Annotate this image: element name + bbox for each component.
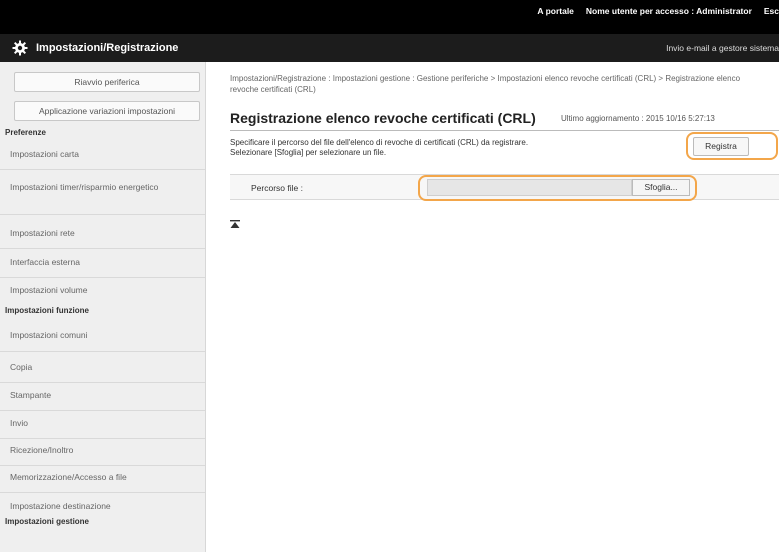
divider — [0, 382, 205, 383]
divider — [0, 169, 205, 170]
register-button-highlight — [686, 132, 778, 160]
last-update-timestamp: Ultimo aggiornamento : 2015 10/16 5:27:1… — [561, 114, 715, 123]
instructions: Specificare il percorso del file dell'el… — [230, 138, 610, 157]
sidebar-item-external-interface[interactable]: Interfaccia esterna — [10, 256, 200, 269]
file-path-label: Percorso file : — [251, 183, 303, 193]
sidebar-item-copy[interactable]: Copia — [10, 361, 200, 374]
top-bar: A portale Nome utente per accesso : Admi… — [0, 0, 779, 34]
sidebar-item-receive-forward[interactable]: Ricezione/Inoltro — [10, 444, 200, 457]
logout-link[interactable]: Esc — [764, 6, 779, 20]
title-divider — [230, 130, 779, 131]
title-bar: Impostazioni/Registrazione Invio e-mail … — [0, 34, 779, 62]
divider — [0, 492, 205, 493]
sidebar-heading-preferences: Preferenze — [5, 128, 46, 137]
divider — [0, 410, 205, 411]
sidebar-item-store-access-files[interactable]: Memorizzazione/Accesso a file — [10, 471, 200, 484]
sidebar-item-destination[interactable]: Impostazione destinazione — [10, 500, 200, 513]
back-to-top-icon[interactable] — [230, 220, 240, 230]
divider — [0, 351, 205, 352]
portal-link[interactable]: A portale — [537, 6, 574, 20]
main-content: Impostazioni/Registrazione : Impostazion… — [207, 62, 779, 552]
sidebar-heading-management: Impostazioni gestione — [5, 517, 90, 526]
divider — [0, 277, 205, 278]
sidebar-item-network[interactable]: Impostazioni rete — [10, 227, 200, 240]
sidebar-item-send[interactable]: Invio — [10, 417, 200, 430]
sidebar: Riavvio periferica Applicazione variazio… — [0, 62, 206, 552]
file-path-highlight — [418, 175, 697, 201]
divider — [0, 214, 205, 215]
sidebar-item-common[interactable]: Impostazioni comuni — [10, 329, 200, 342]
sidebar-item-volume[interactable]: Impostazioni volume — [10, 284, 200, 297]
breadcrumb[interactable]: Impostazioni/Registrazione : Impostazion… — [230, 73, 770, 95]
sidebar-item-paper[interactable]: Impostazioni carta — [10, 148, 200, 161]
instruction-text-1: Specificare il percorso del file dell'el… — [230, 138, 529, 147]
app-title: Impostazioni/Registrazione — [36, 42, 179, 54]
divider — [0, 248, 205, 249]
gear-icon — [12, 40, 28, 56]
restart-device-button[interactable]: Riavvio periferica — [14, 72, 200, 92]
sidebar-heading-functions: Impostazioni funzione — [5, 306, 89, 315]
divider — [0, 465, 205, 466]
mail-admin-link[interactable]: Invio e-mail a gestore sistema — [666, 43, 779, 53]
apply-changes-button[interactable]: Applicazione variazioni impostazioni — [14, 101, 200, 121]
page-title: Registrazione elenco revoche certificati… — [230, 110, 536, 126]
login-user-info: Nome utente per accesso : Administrator — [585, 6, 752, 16]
sidebar-item-printer[interactable]: Stampante — [10, 389, 200, 402]
sidebar-item-timer-energy[interactable]: Impostazioni timer/risparmio energetico — [10, 181, 200, 194]
instruction-text-2: Selezionare [Sfoglia] per selezionare un… — [230, 147, 387, 157]
divider — [0, 438, 205, 439]
top-links: A portale Nome utente per accesso : Admi… — [537, 6, 779, 20]
